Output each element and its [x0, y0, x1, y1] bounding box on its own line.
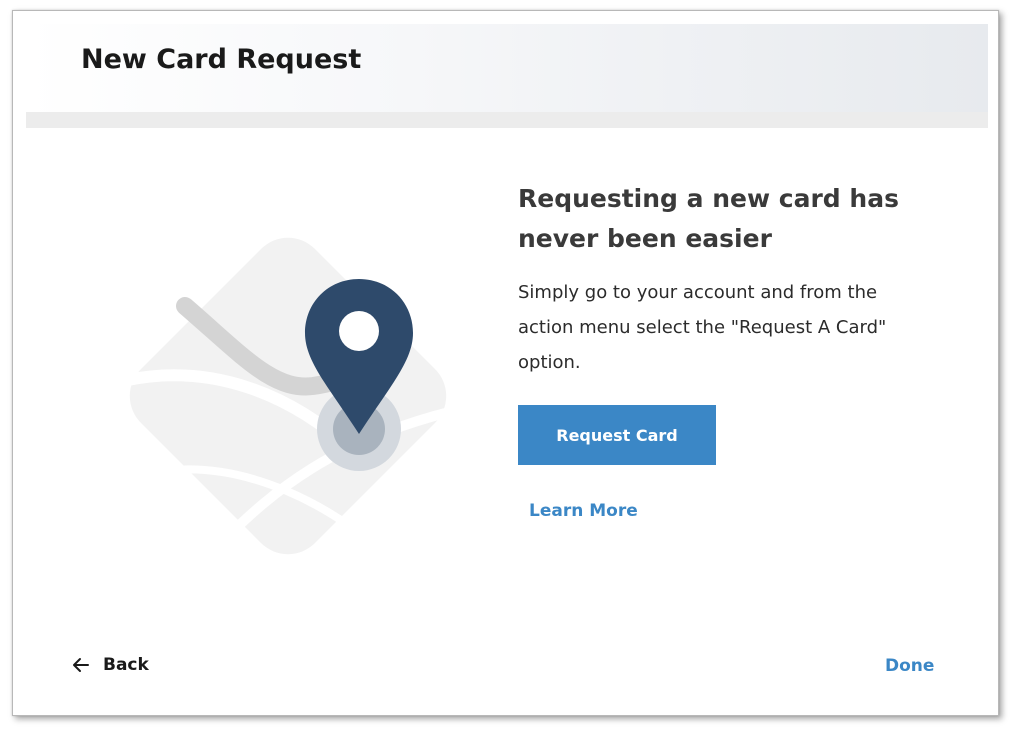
header-divider — [26, 112, 988, 128]
pin-hole — [339, 311, 379, 351]
request-card-button[interactable]: Request Card — [518, 405, 716, 465]
info-body-text: Simply go to your account and from the a… — [518, 282, 887, 373]
map-tile-shape — [129, 237, 447, 555]
map-pin-illustration — [103, 211, 473, 581]
learn-more-link[interactable]: Learn More — [529, 501, 638, 521]
new-card-request-dialog: New Card Request Requesting a new card h… — [12, 10, 999, 716]
dialog-header: New Card Request — [26, 24, 988, 112]
info-heading: Requesting a new card has never been eas… — [518, 184, 899, 253]
done-button[interactable]: Done — [885, 656, 934, 676]
map-pin-icon — [121, 237, 455, 574]
arrow-left-icon — [71, 655, 91, 675]
back-label: Back — [103, 655, 149, 675]
back-button[interactable]: Back — [71, 655, 149, 675]
dialog-title: New Card Request — [81, 44, 362, 75]
